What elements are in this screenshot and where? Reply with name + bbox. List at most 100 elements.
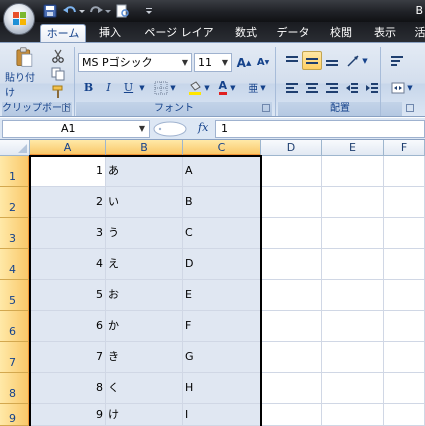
cell-b3[interactable]: う [106, 218, 183, 249]
tab-home[interactable]: ホーム [40, 24, 86, 42]
clipboard-launcher-icon[interactable] [62, 104, 70, 112]
cell-e9[interactable] [322, 404, 384, 426]
cell-b7[interactable]: き [106, 342, 183, 373]
align-bottom-button[interactable] [322, 51, 342, 70]
customize-toolbar-icon[interactable] [144, 3, 154, 19]
row-header-3[interactable]: 3 [0, 218, 30, 249]
cell-b4[interactable]: え [106, 249, 183, 280]
cell-f2[interactable] [384, 187, 425, 218]
column-header-c[interactable]: C [183, 140, 261, 156]
column-header-f[interactable]: F [384, 140, 425, 156]
cell-c1[interactable]: A [183, 156, 261, 187]
cell-a4[interactable]: 4 [30, 249, 106, 280]
italic-button[interactable]: I [100, 78, 117, 97]
cell-c3[interactable]: C [183, 218, 261, 249]
grow-font-button[interactable]: A ▲ [235, 53, 253, 72]
column-header-e[interactable]: E [322, 140, 384, 156]
align-center-button[interactable] [302, 78, 322, 97]
cell-a2[interactable]: 2 [30, 187, 106, 218]
cell-d3[interactable] [261, 218, 322, 249]
redo-icon[interactable] [88, 3, 104, 19]
bold-button[interactable]: B [80, 78, 97, 97]
cell-a8[interactable]: 8 [30, 373, 106, 404]
tab-view[interactable]: 表示 [368, 24, 402, 42]
cell-e7[interactable] [322, 342, 384, 373]
cell-f6[interactable] [384, 311, 425, 342]
undo-icon[interactable] [62, 3, 78, 19]
cell-d8[interactable] [261, 373, 322, 404]
cell-a7[interactable]: 7 [30, 342, 106, 373]
align-top-button[interactable] [282, 51, 302, 70]
cell-b2[interactable]: い [106, 187, 183, 218]
undo-dropdown-icon[interactable] [78, 3, 86, 19]
cell-c5[interactable]: E [183, 280, 261, 311]
font-name-select[interactable]: MS Pゴシック ▼ [78, 53, 192, 72]
office-button[interactable] [3, 3, 35, 35]
cell-b6[interactable]: か [106, 311, 183, 342]
cell-b5[interactable]: お [106, 280, 183, 311]
cell-c4[interactable]: D [183, 249, 261, 280]
cell-d7[interactable] [261, 342, 322, 373]
borders-button[interactable]: ▼ [150, 78, 180, 97]
cell-f1[interactable] [384, 156, 425, 187]
underline-dropdown[interactable]: ▼ [137, 78, 147, 97]
tab-review[interactable]: 校閲 [324, 24, 358, 42]
cell-e6[interactable] [322, 311, 384, 342]
tab-page-layout[interactable]: ページ レイアウト [140, 24, 218, 57]
row-header-6[interactable]: 6 [0, 311, 30, 342]
orientation-button[interactable]: ▼ [344, 51, 370, 70]
cell-d9[interactable] [261, 404, 322, 426]
cell-e5[interactable] [322, 280, 384, 311]
cell-c7[interactable]: G [183, 342, 261, 373]
cell-f3[interactable] [384, 218, 425, 249]
tab-developer[interactable]: 活 [414, 24, 425, 42]
cell-a5[interactable]: 5 [30, 280, 106, 311]
cell-e8[interactable] [322, 373, 384, 404]
select-all-button[interactable] [0, 140, 30, 156]
column-header-a[interactable]: A [30, 140, 106, 156]
cell-c8[interactable]: H [183, 373, 261, 404]
row-header-1[interactable]: 1 [0, 156, 30, 187]
fill-color-button[interactable]: ▼ [184, 78, 214, 97]
align-middle-button[interactable] [302, 51, 322, 70]
align-left-button[interactable] [282, 78, 302, 97]
insert-function-button[interactable]: fx [198, 121, 208, 134]
format-painter-button[interactable] [48, 82, 68, 101]
cell-b8[interactable]: く [106, 373, 183, 404]
cell-d4[interactable] [261, 249, 322, 280]
row-header-5[interactable]: 5 [0, 280, 30, 311]
print-preview-icon[interactable] [114, 3, 130, 19]
copy-button[interactable] [48, 64, 68, 83]
cut-button[interactable] [48, 46, 68, 65]
merge-center-button[interactable]: ▼ [386, 78, 418, 97]
cell-c9[interactable]: I [183, 404, 261, 426]
row-header-9[interactable]: 9 [0, 404, 30, 426]
row-header-4[interactable]: 4 [0, 249, 30, 280]
cell-d2[interactable] [261, 187, 322, 218]
shrink-font-button[interactable]: A ▼ [254, 53, 272, 72]
font-color-button[interactable]: A ▼ [214, 78, 240, 97]
cell-c6[interactable]: F [183, 311, 261, 342]
tab-insert[interactable]: 挿入 [94, 24, 126, 42]
cell-f8[interactable] [384, 373, 425, 404]
cell-c2[interactable]: B [183, 187, 261, 218]
cell-a9[interactable]: 9 [30, 404, 106, 426]
cell-d1[interactable] [261, 156, 322, 187]
cell-d5[interactable] [261, 280, 322, 311]
cell-f5[interactable] [384, 280, 425, 311]
underline-button[interactable]: U [120, 78, 137, 97]
cell-a6[interactable]: 6 [30, 311, 106, 342]
cell-e4[interactable] [322, 249, 384, 280]
align-right-button[interactable] [322, 78, 342, 97]
formula-input[interactable]: 1 [215, 120, 425, 138]
cell-e1[interactable] [322, 156, 384, 187]
cell-b9[interactable]: け [106, 404, 183, 426]
decrease-indent-button[interactable] [342, 78, 362, 97]
font-size-select[interactable]: 11 ▼ [194, 53, 232, 72]
paste-button[interactable]: 貼り付け [4, 46, 44, 100]
cell-a1[interactable]: 1 [30, 156, 106, 187]
wrap-text-button[interactable] [386, 51, 408, 70]
row-header-7[interactable]: 7 [0, 342, 30, 373]
cell-e2[interactable] [322, 187, 384, 218]
cell-b1[interactable]: あ [106, 156, 183, 187]
